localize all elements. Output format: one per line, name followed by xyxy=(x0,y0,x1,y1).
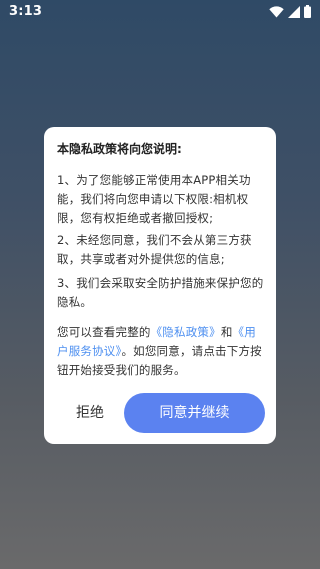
status-bar: 3:13 xyxy=(0,0,320,24)
dialog-title: 本隐私政策将向您说明: xyxy=(57,142,182,156)
privacy-policy-link[interactable]: 《隐私政策》 xyxy=(151,325,221,339)
security-paragraph: 3、我们会采取安全防护措施来保护您的隐私。 xyxy=(57,276,264,309)
status-icons xyxy=(269,5,311,18)
permission-paragraph: 1、为了您能够正常使用本APP相关功能，我们将向您申请以下权限:相机权限，您有权… xyxy=(57,173,251,225)
notice-and: 和 xyxy=(220,325,233,339)
notice-paragraph: 您可以查看完整的《隐私政策》和《用户服务协议》。如您同意，请点击下方按钮开始接受… xyxy=(57,323,267,380)
wifi-icon xyxy=(269,5,284,18)
signal-icon xyxy=(288,5,300,18)
refuse-button[interactable]: 拒绝 xyxy=(58,395,122,431)
third-party-paragraph: 2、未经您同意，我们不会从第三方获取，共享或者对外提供您的信息; xyxy=(57,233,252,266)
status-time: 3:13 xyxy=(9,4,43,19)
battery-icon xyxy=(304,5,311,18)
notice-prefix: 您可以查看完整的 xyxy=(57,325,151,339)
privacy-dialog: 本隐私政策将向您说明: 1、为了您能够正常使用本APP相关功能，我们将向您申请以… xyxy=(44,127,276,444)
agree-button[interactable]: 同意并继续 xyxy=(124,393,265,433)
